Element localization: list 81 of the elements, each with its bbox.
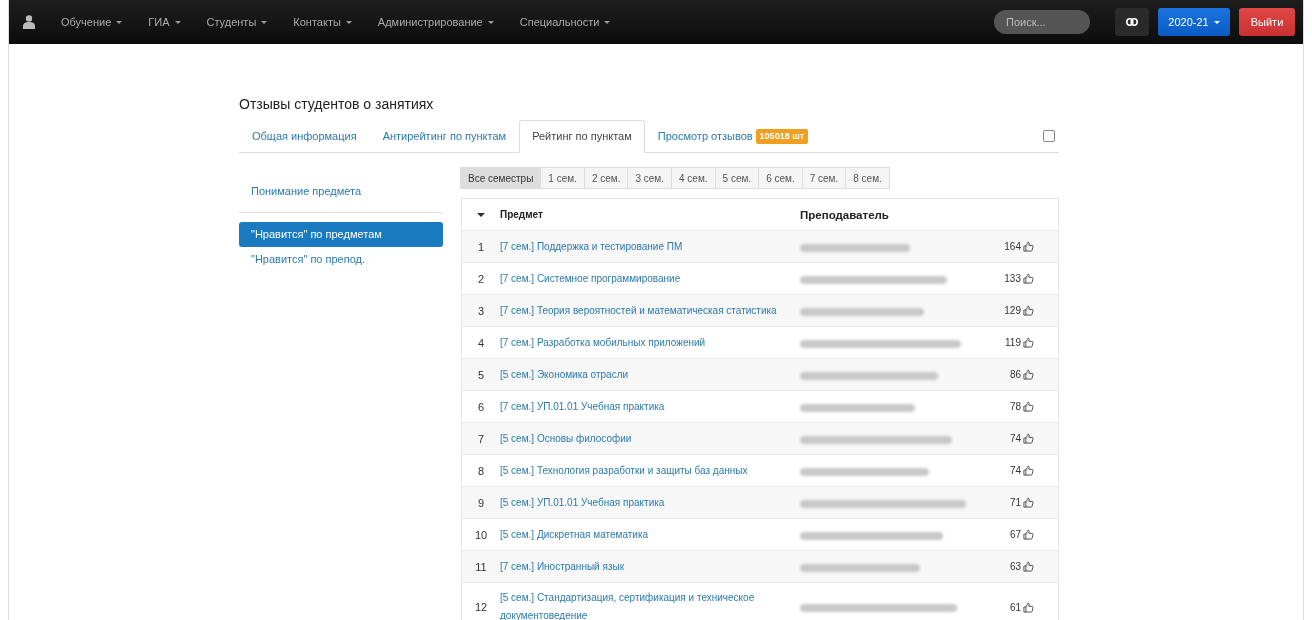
thumbs-up-icon bbox=[1023, 601, 1034, 613]
semester-filter-button[interactable]: 4 сем. bbox=[671, 167, 716, 189]
thumbs-up-icon bbox=[1023, 273, 1034, 284]
side-menu-item[interactable]: "Нравится" по препод. bbox=[239, 247, 443, 272]
subject-link[interactable]: [5 сем.] УП.01.01 Учебная практика bbox=[500, 493, 798, 512]
like-count: 74 bbox=[1009, 433, 1021, 444]
rank-number: 11 bbox=[475, 560, 487, 573]
rank-number: 2 bbox=[477, 272, 485, 285]
like-count: 164 bbox=[1004, 241, 1021, 252]
rank-number: 6 bbox=[477, 400, 485, 413]
rank-number: 8 bbox=[477, 464, 485, 477]
count-badge: 105018 шт bbox=[755, 129, 809, 144]
thumbs-up-icon bbox=[1023, 337, 1034, 348]
column-header: Преподаватель bbox=[800, 208, 889, 221]
thumbs-up-icon bbox=[1023, 433, 1034, 444]
checkbox[interactable] bbox=[1043, 130, 1055, 142]
rank-number: 9 bbox=[477, 496, 485, 509]
link-button[interactable] bbox=[1115, 8, 1149, 36]
subject-link[interactable]: [7 сем.] Разработка мобильных приложений bbox=[500, 333, 798, 352]
like-count: 78 bbox=[1009, 401, 1021, 412]
subject-link[interactable]: [7 сем.] Иностранный язык bbox=[500, 557, 798, 576]
subject-link[interactable]: [5 сем.] Дискретная математика bbox=[500, 525, 798, 544]
semester-filter-button[interactable]: Все семестры bbox=[460, 167, 542, 189]
thumbs-up-icon bbox=[1023, 465, 1034, 476]
semester-filter-button[interactable]: 1 сем. bbox=[540, 167, 585, 189]
semester-filter-button[interactable]: 7 сем. bbox=[801, 167, 847, 189]
like-count: 74 bbox=[1009, 465, 1021, 476]
subject-link[interactable]: [7 сем.] Поддержка и тестирование ПМ bbox=[500, 237, 798, 256]
subject-link[interactable]: [5 сем.] Экономика отрасли bbox=[500, 365, 798, 384]
rank-number: 1 bbox=[477, 240, 485, 253]
subject-link[interactable]: [5 сем.] Основы философии bbox=[500, 429, 798, 448]
semester-filter-button[interactable]: 3 сем. bbox=[627, 167, 673, 189]
like-count: 86 bbox=[1009, 369, 1021, 380]
like-count: 63 bbox=[1009, 561, 1021, 572]
nav-menu-item[interactable]: Специальности bbox=[519, 16, 611, 28]
nav-menu-item[interactable]: ГИА bbox=[148, 16, 181, 28]
thumbs-up-icon bbox=[1023, 401, 1034, 412]
thumbs-up-icon bbox=[1023, 369, 1034, 380]
side-menu-item[interactable]: "Нравится" по предметам bbox=[239, 222, 443, 247]
tab[interactable]: Рейтинг по пунктам bbox=[519, 120, 645, 153]
link-icon bbox=[1126, 18, 1138, 26]
thumbs-up-icon bbox=[1023, 497, 1034, 508]
thumbs-up-icon bbox=[1023, 561, 1034, 572]
rank-number: 12 bbox=[474, 601, 488, 613]
page-title: Отзывы студентов о занятиях bbox=[239, 95, 435, 112]
nav-menu-item[interactable]: Студенты bbox=[206, 16, 268, 28]
nav-menu-item[interactable]: Обучение bbox=[61, 16, 123, 28]
semester-filter-button[interactable]: 8 сем. bbox=[845, 167, 890, 189]
like-count: 119 bbox=[1005, 337, 1021, 348]
rank-number: 4 bbox=[477, 336, 485, 349]
subject-link[interactable]: [7 сем.] УП.01.01 Учебная практика bbox=[500, 397, 798, 416]
semester-filter-button[interactable]: 5 сем. bbox=[714, 167, 760, 189]
sort-caret-icon[interactable] bbox=[477, 212, 485, 217]
nav-menu-item[interactable]: Администрирование bbox=[377, 16, 494, 28]
side-menu-item[interactable]: Понимание предмета bbox=[239, 179, 443, 204]
rank-number: 10 bbox=[474, 528, 488, 541]
logout-button[interactable]: Выйти bbox=[1239, 8, 1295, 36]
like-count: 71 bbox=[1009, 497, 1021, 508]
thumbs-up-icon bbox=[1023, 529, 1034, 540]
column-header: Предмет bbox=[500, 208, 543, 220]
tab[interactable]: Просмотр отзывов 105018 шт bbox=[644, 120, 822, 153]
rank-number: 7 bbox=[477, 432, 485, 445]
tab[interactable]: Антирейтинг по пунктам bbox=[369, 120, 520, 153]
thumbs-up-icon bbox=[1023, 241, 1034, 252]
nav-menu-item[interactable]: Контакты bbox=[293, 16, 352, 28]
user-icon[interactable] bbox=[23, 15, 35, 29]
rank-number: 3 bbox=[477, 304, 485, 317]
subject-link[interactable]: [5 сем.] Технология разработки и защиты баз данных bbox=[500, 461, 798, 480]
subject-link[interactable]: [7 сем.] Теория вероятностей и математическая статистика bbox=[500, 301, 798, 320]
thumbs-up-icon bbox=[1023, 305, 1034, 316]
like-count: 67 bbox=[1009, 529, 1021, 540]
year-button[interactable]: 2020-21 bbox=[1158, 8, 1230, 36]
semester-filter-button[interactable]: 2 сем. bbox=[583, 167, 629, 189]
rank-number: 5 bbox=[477, 368, 485, 381]
subject-link[interactable]: [7 сем.] Системное программирование bbox=[500, 269, 798, 288]
semester-filter-button[interactable]: 6 сем. bbox=[758, 167, 803, 189]
like-count: 61 bbox=[1009, 601, 1021, 613]
search-field[interactable]: Поиск... bbox=[994, 10, 1090, 34]
like-count: 129 bbox=[1004, 305, 1021, 316]
tab[interactable]: Общая информация bbox=[239, 120, 370, 153]
like-count: 133 bbox=[1004, 273, 1021, 284]
